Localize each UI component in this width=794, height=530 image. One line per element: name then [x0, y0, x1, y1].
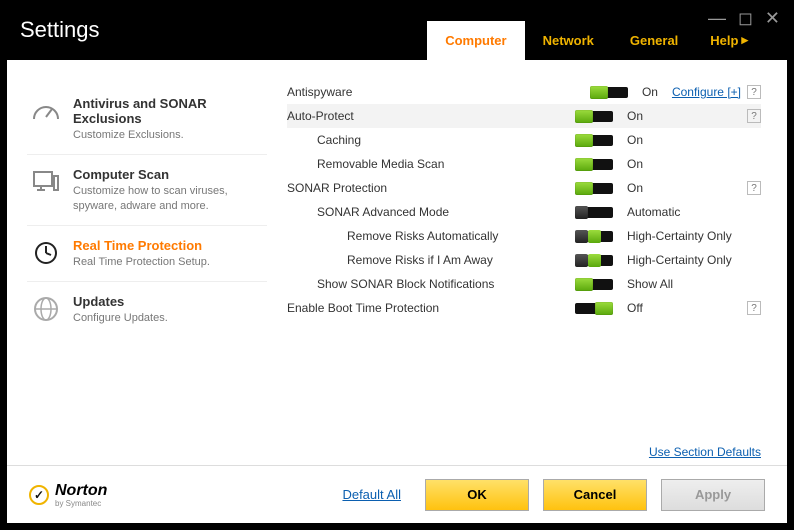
tab-help[interactable]: Help▸: [696, 20, 754, 60]
setting-value: High-Certainty Only: [627, 229, 747, 243]
sidebar-item-title: Updates: [73, 294, 168, 309]
row-sonar: SONAR Protection On ?: [287, 176, 761, 200]
setting-label: Show SONAR Block Notifications: [287, 277, 575, 291]
brand-name: Norton: [55, 482, 107, 500]
row-show-block: Show SONAR Block Notifications Show All: [287, 272, 761, 296]
help-icon[interactable]: ?: [747, 109, 761, 123]
row-boot: Enable Boot Time Protection Off ?: [287, 296, 761, 320]
tab-computer[interactable]: Computer: [427, 21, 524, 60]
setting-label: Remove Risks Automatically: [287, 229, 575, 243]
help-icon[interactable]: ?: [747, 85, 761, 99]
row-antispyware: Antispyware On Configure [+] ?: [287, 80, 761, 104]
sidebar-item-title: Computer Scan: [73, 167, 263, 182]
gauge-icon: [31, 96, 61, 126]
setting-value: Show All: [627, 277, 747, 291]
brand-logo: ✓ Norton by Symantec: [29, 482, 107, 508]
toggle-caching[interactable]: [575, 135, 613, 146]
clock-icon: [31, 238, 61, 268]
ok-button[interactable]: OK: [425, 479, 529, 511]
toggle-boot[interactable]: [575, 303, 613, 314]
titlebar: Settings — ◻ ✕ Computer Network General …: [0, 0, 794, 60]
setting-value: On: [642, 85, 672, 99]
row-removable: Removable Media Scan On: [287, 152, 761, 176]
toggle-antispyware[interactable]: [590, 87, 628, 98]
toggle-autoprotect[interactable]: [575, 111, 613, 122]
tab-bar: Computer Network General Help▸: [427, 20, 754, 60]
sidebar-item-desc: Real Time Protection Setup.: [73, 255, 210, 269]
toggle-remove-auto[interactable]: [575, 231, 613, 242]
setting-label: Caching: [287, 133, 575, 147]
setting-value: Automatic: [627, 205, 747, 219]
settings-window: Settings — ◻ ✕ Computer Network General …: [0, 0, 794, 530]
setting-label: Removable Media Scan: [287, 157, 575, 171]
setting-value: On: [627, 109, 747, 123]
sidebar-item-realtime[interactable]: Real Time Protection Real Time Protectio…: [27, 226, 267, 282]
close-icon[interactable]: ✕: [765, 8, 780, 29]
row-autoprotect: Auto-Protect On ?: [287, 104, 761, 128]
chevron-right-icon: ▸: [741, 32, 748, 48]
setting-value: On: [627, 181, 747, 195]
apply-button[interactable]: Apply: [661, 479, 765, 511]
sidebar-item-title: Antivirus and SONAR Exclusions: [73, 96, 263, 126]
setting-value: On: [627, 157, 747, 171]
setting-value: Off: [627, 301, 747, 315]
toggle-show-block[interactable]: [575, 279, 613, 290]
sidebar-item-desc: Customize Exclusions.: [73, 128, 263, 142]
tab-network[interactable]: Network: [525, 21, 612, 60]
setting-label: Auto-Protect: [287, 109, 575, 123]
sidebar-item-exclusions[interactable]: Antivirus and SONAR Exclusions Customize…: [27, 84, 267, 155]
setting-label: SONAR Protection: [287, 181, 575, 195]
default-all-link[interactable]: Default All: [342, 487, 401, 502]
use-section-defaults-link[interactable]: Use Section Defaults: [649, 445, 761, 459]
sidebar-item-computer-scan[interactable]: Computer Scan Customize how to scan viru…: [27, 155, 267, 226]
row-caching: Caching On: [287, 128, 761, 152]
footer: ✓ Norton by Symantec Default All OK Canc…: [7, 465, 787, 523]
setting-label: Antispyware: [287, 85, 590, 99]
toggle-sonar-adv[interactable]: [575, 207, 613, 218]
sidebar-item-title: Real Time Protection: [73, 238, 210, 253]
setting-value: High-Certainty Only: [627, 253, 747, 267]
monitor-icon: [31, 167, 61, 197]
body: Antivirus and SONAR Exclusions Customize…: [7, 60, 787, 465]
sidebar: Antivirus and SONAR Exclusions Customize…: [7, 60, 277, 465]
row-sonar-adv: SONAR Advanced Mode Automatic: [287, 200, 761, 224]
settings-panel: Antispyware On Configure [+] ? Auto-Prot…: [277, 60, 787, 465]
sidebar-item-desc: Customize how to scan viruses, spyware, …: [73, 184, 263, 213]
row-remove-auto: Remove Risks Automatically High-Certaint…: [287, 224, 761, 248]
cancel-button[interactable]: Cancel: [543, 479, 647, 511]
configure-link[interactable]: Configure [+]: [672, 85, 741, 99]
tab-help-label: Help: [710, 33, 738, 48]
setting-value: On: [627, 133, 747, 147]
tab-general[interactable]: General: [612, 21, 696, 60]
help-icon[interactable]: ?: [747, 181, 761, 195]
page-title: Settings: [20, 17, 100, 43]
setting-label: Enable Boot Time Protection: [287, 301, 575, 315]
row-remove-away: Remove Risks if I Am Away High-Certainty…: [287, 248, 761, 272]
toggle-remove-away[interactable]: [575, 255, 613, 266]
help-icon[interactable]: ?: [747, 301, 761, 315]
check-icon: ✓: [29, 485, 49, 505]
content: Antivirus and SONAR Exclusions Customize…: [7, 60, 787, 523]
brand-sub: by Symantec: [55, 500, 107, 508]
sidebar-item-desc: Configure Updates.: [73, 311, 168, 325]
globe-icon: [31, 294, 61, 324]
toggle-removable[interactable]: [575, 159, 613, 170]
setting-label: SONAR Advanced Mode: [287, 205, 575, 219]
setting-label: Remove Risks if I Am Away: [287, 253, 575, 267]
sidebar-item-updates[interactable]: Updates Configure Updates.: [27, 282, 267, 338]
toggle-sonar[interactable]: [575, 183, 613, 194]
